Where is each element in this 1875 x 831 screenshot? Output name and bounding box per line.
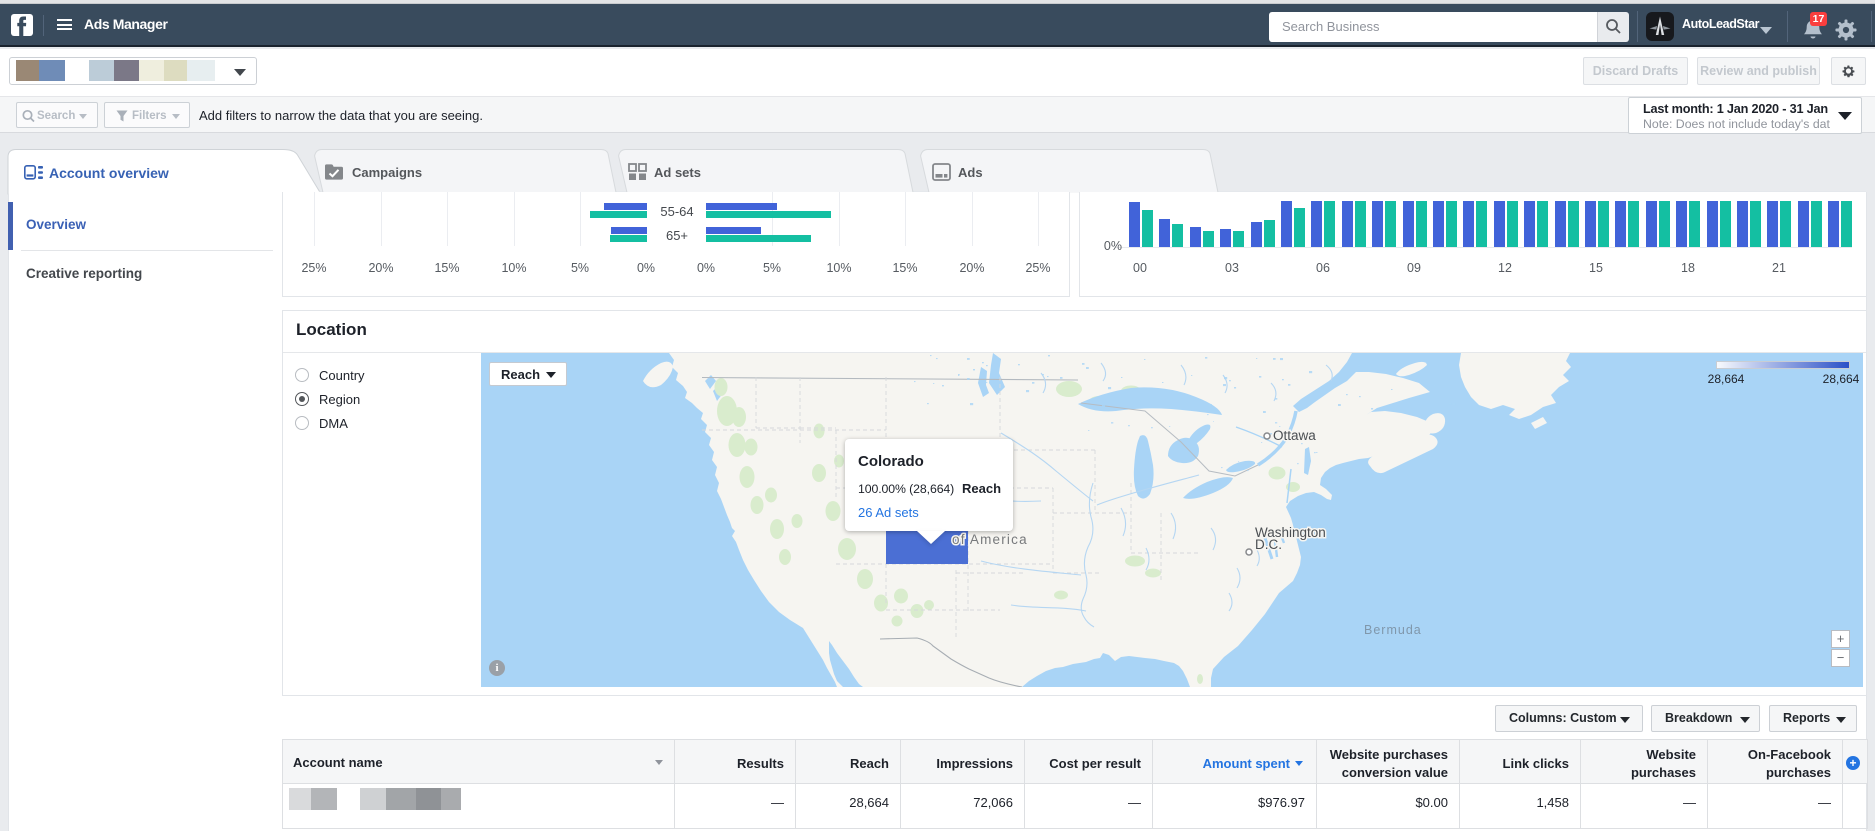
svg-text:of America: of America: [952, 532, 1028, 547]
svg-text:Bermuda: Bermuda: [1364, 623, 1422, 637]
svg-text:Ottawa: Ottawa: [1273, 428, 1316, 443]
svg-text:D.C.: D.C.: [1255, 537, 1282, 552]
